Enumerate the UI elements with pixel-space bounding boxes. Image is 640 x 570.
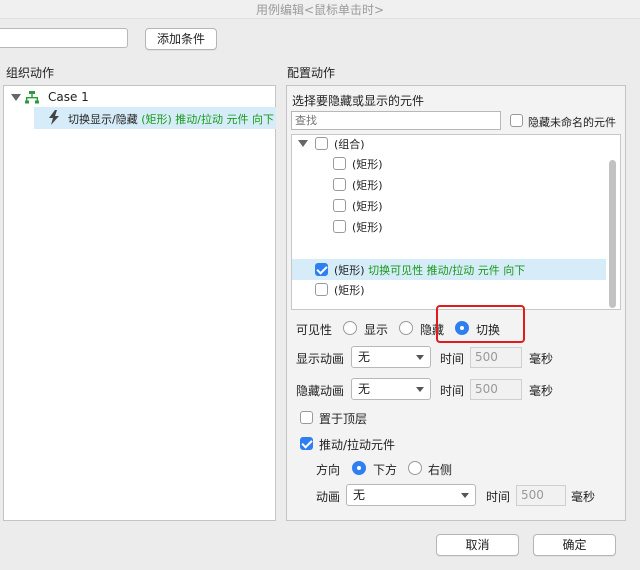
- organize-actions-header: 组织动作: [6, 66, 55, 80]
- direction-down-label: 下方: [373, 463, 398, 477]
- direction-right-radio[interactable]: [408, 461, 422, 475]
- show-anim-unit: 毫秒: [529, 352, 554, 366]
- add-condition-button[interactable]: 添加条件: [145, 28, 217, 50]
- action-name: 切换显示/隐藏: [68, 113, 138, 126]
- push-anim-time-input[interactable]: 500: [516, 485, 566, 506]
- tree-item-selected[interactable]: (矩形) 切换可见性 推动/拉动 元件 向下: [292, 259, 606, 280]
- push-anim-value: 无: [353, 488, 366, 502]
- condition-input[interactable]: [0, 28, 128, 48]
- selected-detail: 切换可见性 推动/拉动 元件 向下: [368, 264, 526, 277]
- show-anim-chevron-down-icon: [416, 355, 424, 360]
- push-anim-time-label: 时间: [486, 490, 511, 504]
- hide-anim-unit: 毫秒: [529, 384, 554, 398]
- hide-anim-time-input[interactable]: 500: [470, 379, 522, 400]
- rect3-checkbox[interactable]: [333, 199, 346, 212]
- configure-action-header: 配置动作: [287, 66, 336, 80]
- push-anim-unit: 毫秒: [571, 490, 596, 504]
- rect4-checkbox[interactable]: [333, 220, 346, 233]
- widget-tree-list[interactable]: (组合) (矩形) (矩形) (矩形) (矩形) (矩形) 切换可见性 推动/拉…: [291, 134, 621, 310]
- window-title: 用例编辑<鼠标单击时>: [255, 3, 385, 17]
- rect1-checkbox[interactable]: [333, 157, 346, 170]
- selected-name: (矩形): [334, 264, 365, 277]
- case-icon: [25, 91, 39, 104]
- visibility-show-radio[interactable]: [343, 321, 357, 335]
- show-anim-time-label: 时间: [440, 352, 465, 366]
- bring-to-top-checkbox[interactable]: [300, 411, 313, 424]
- visibility-hide-radio[interactable]: [399, 321, 413, 335]
- push-anim-label: 动画: [316, 490, 341, 504]
- hide-unnamed-checkbox[interactable]: [510, 114, 523, 127]
- hide-anim-time-label: 时间: [440, 384, 465, 398]
- show-anim-label: 显示动画: [296, 352, 345, 366]
- tree-item-rect-3[interactable]: (矩形): [352, 198, 383, 214]
- action-detail: (矩形) 推动/拉动 元件 向下: [141, 113, 274, 126]
- direction-down-radio[interactable]: [352, 461, 366, 475]
- hide-anim-label: 隐藏动画: [296, 384, 345, 398]
- hide-anim-chevron-down-icon: [416, 387, 424, 392]
- visibility-show-label: 显示: [364, 323, 389, 337]
- case-label[interactable]: Case 1: [48, 90, 89, 104]
- select-widgets-label: 选择要隐藏或显示的元件: [292, 94, 425, 108]
- hide-anim-select[interactable]: 无: [351, 378, 431, 400]
- selected-checkbox[interactable]: [315, 263, 328, 276]
- cancel-button[interactable]: 取消: [436, 534, 519, 556]
- group-expand-icon[interactable]: [298, 140, 308, 147]
- direction-right-label: 右侧: [428, 463, 453, 477]
- push-anim-chevron-down-icon: [461, 493, 469, 498]
- tree-item-group[interactable]: (组合): [334, 136, 365, 152]
- tree-item-rect-2[interactable]: (矩形): [352, 177, 383, 193]
- push-pull-label: 推动/拉动元件: [319, 438, 396, 452]
- action-row[interactable]: 切换显示/隐藏 (矩形) 推动/拉动 元件 向下: [34, 107, 276, 129]
- rect2-checkbox[interactable]: [333, 178, 346, 191]
- lightning-icon: [49, 110, 59, 125]
- visibility-label: 可见性: [296, 323, 333, 337]
- visibility-toggle-radio[interactable]: [455, 321, 469, 335]
- actions-tree-panel: Case 1 切换显示/隐藏 (矩形) 推动/拉动 元件 向下: [3, 85, 276, 521]
- push-anim-select[interactable]: 无: [346, 484, 476, 506]
- hide-anim-value: 无: [358, 382, 371, 396]
- tree-item-rect-4[interactable]: (矩形): [352, 219, 383, 235]
- expand-triangle-icon[interactable]: [11, 94, 21, 101]
- direction-label: 方向: [316, 463, 341, 477]
- push-pull-checkbox[interactable]: [300, 437, 313, 450]
- show-anim-time-input[interactable]: 500: [470, 347, 522, 368]
- search-input[interactable]: [291, 111, 501, 130]
- group-checkbox[interactable]: [315, 137, 328, 150]
- bring-to-top-label: 置于顶层: [319, 412, 368, 426]
- ok-button[interactable]: 确定: [533, 534, 616, 556]
- tree-item-rect-6[interactable]: (矩形): [334, 282, 365, 298]
- hide-unnamed-label: 隐藏未命名的元件: [528, 116, 616, 129]
- tree-scrollbar[interactable]: [609, 160, 616, 308]
- show-anim-select[interactable]: 无: [351, 346, 431, 368]
- tree-item-rect-1[interactable]: (矩形): [352, 156, 383, 172]
- visibility-toggle-label: 切换: [476, 323, 501, 337]
- show-anim-value: 无: [358, 350, 371, 364]
- rect6-checkbox[interactable]: [315, 283, 328, 296]
